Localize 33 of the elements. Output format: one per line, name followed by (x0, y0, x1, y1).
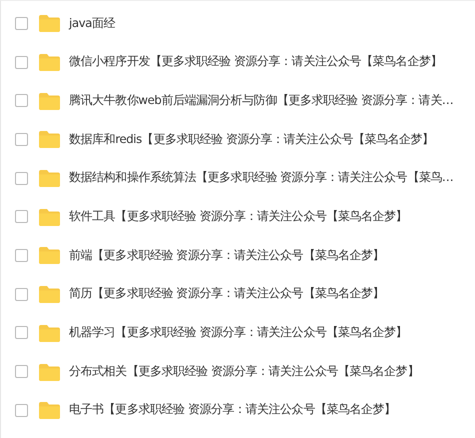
folder-icon (39, 362, 60, 381)
checkbox[interactable] (15, 326, 28, 340)
folder-name[interactable]: 机器学习【更多求职经验 资源分享：请关注公众号【菜鸟名企梦】 (69, 324, 408, 342)
checkbox[interactable] (15, 56, 28, 69)
checkbox[interactable] (15, 172, 28, 185)
folder-name[interactable]: java面经 (69, 14, 116, 32)
folder-icon (39, 53, 60, 72)
folder-name[interactable]: 简历【更多求职经验 资源分享：请关注公众号【菜鸟名企梦】 (69, 285, 384, 303)
folder-name[interactable]: 软件工具【更多求职经验 资源分享：请关注公众号【菜鸟名企梦】 (69, 208, 408, 226)
folder-icon (39, 92, 60, 110)
folder-name[interactable]: 前端【更多求职经验 资源分享：请关注公众号【菜鸟名企梦】 (69, 246, 384, 264)
checkbox[interactable] (15, 404, 28, 417)
folder-name[interactable]: 腾讯大牛教你web前后端漏洞分析与防御【更多求职经验 资源分享：请关… (69, 92, 454, 110)
checkbox[interactable] (15, 132, 28, 146)
folder-name[interactable]: 电子书【更多求职经验 资源分享：请关注公众号【菜鸟名企梦】 (69, 401, 396, 420)
checkbox[interactable] (15, 210, 28, 224)
folder-icon (39, 130, 60, 148)
folder-name[interactable]: 数据结构和操作系统算法【更多求职经验 资源分享：请关注公众号【菜鸟… (69, 169, 454, 187)
folder-icon (39, 401, 60, 420)
checkbox[interactable] (15, 94, 28, 108)
folder-icon (39, 246, 60, 264)
folder-icon (39, 285, 60, 304)
folder-icon (39, 14, 60, 32)
checkbox[interactable] (15, 248, 28, 262)
folder-name[interactable]: 数据库和redis【更多求职经验 资源分享：请关注公众号【菜鸟名企梦】 (69, 130, 434, 148)
folder-icon (39, 169, 60, 188)
checkbox[interactable] (15, 365, 28, 378)
checkbox[interactable] (15, 16, 28, 30)
folder-icon (39, 208, 60, 226)
folder-name[interactable]: 微信小程序开发【更多求职经验 资源分享：请关注公众号【菜鸟名企梦】 (69, 53, 442, 71)
folder-name[interactable]: 分布式相关【更多求职经验 资源分享：请关注公众号【菜鸟名企梦】 (69, 362, 419, 380)
folder-icon (39, 324, 60, 342)
checkbox[interactable] (15, 288, 28, 301)
